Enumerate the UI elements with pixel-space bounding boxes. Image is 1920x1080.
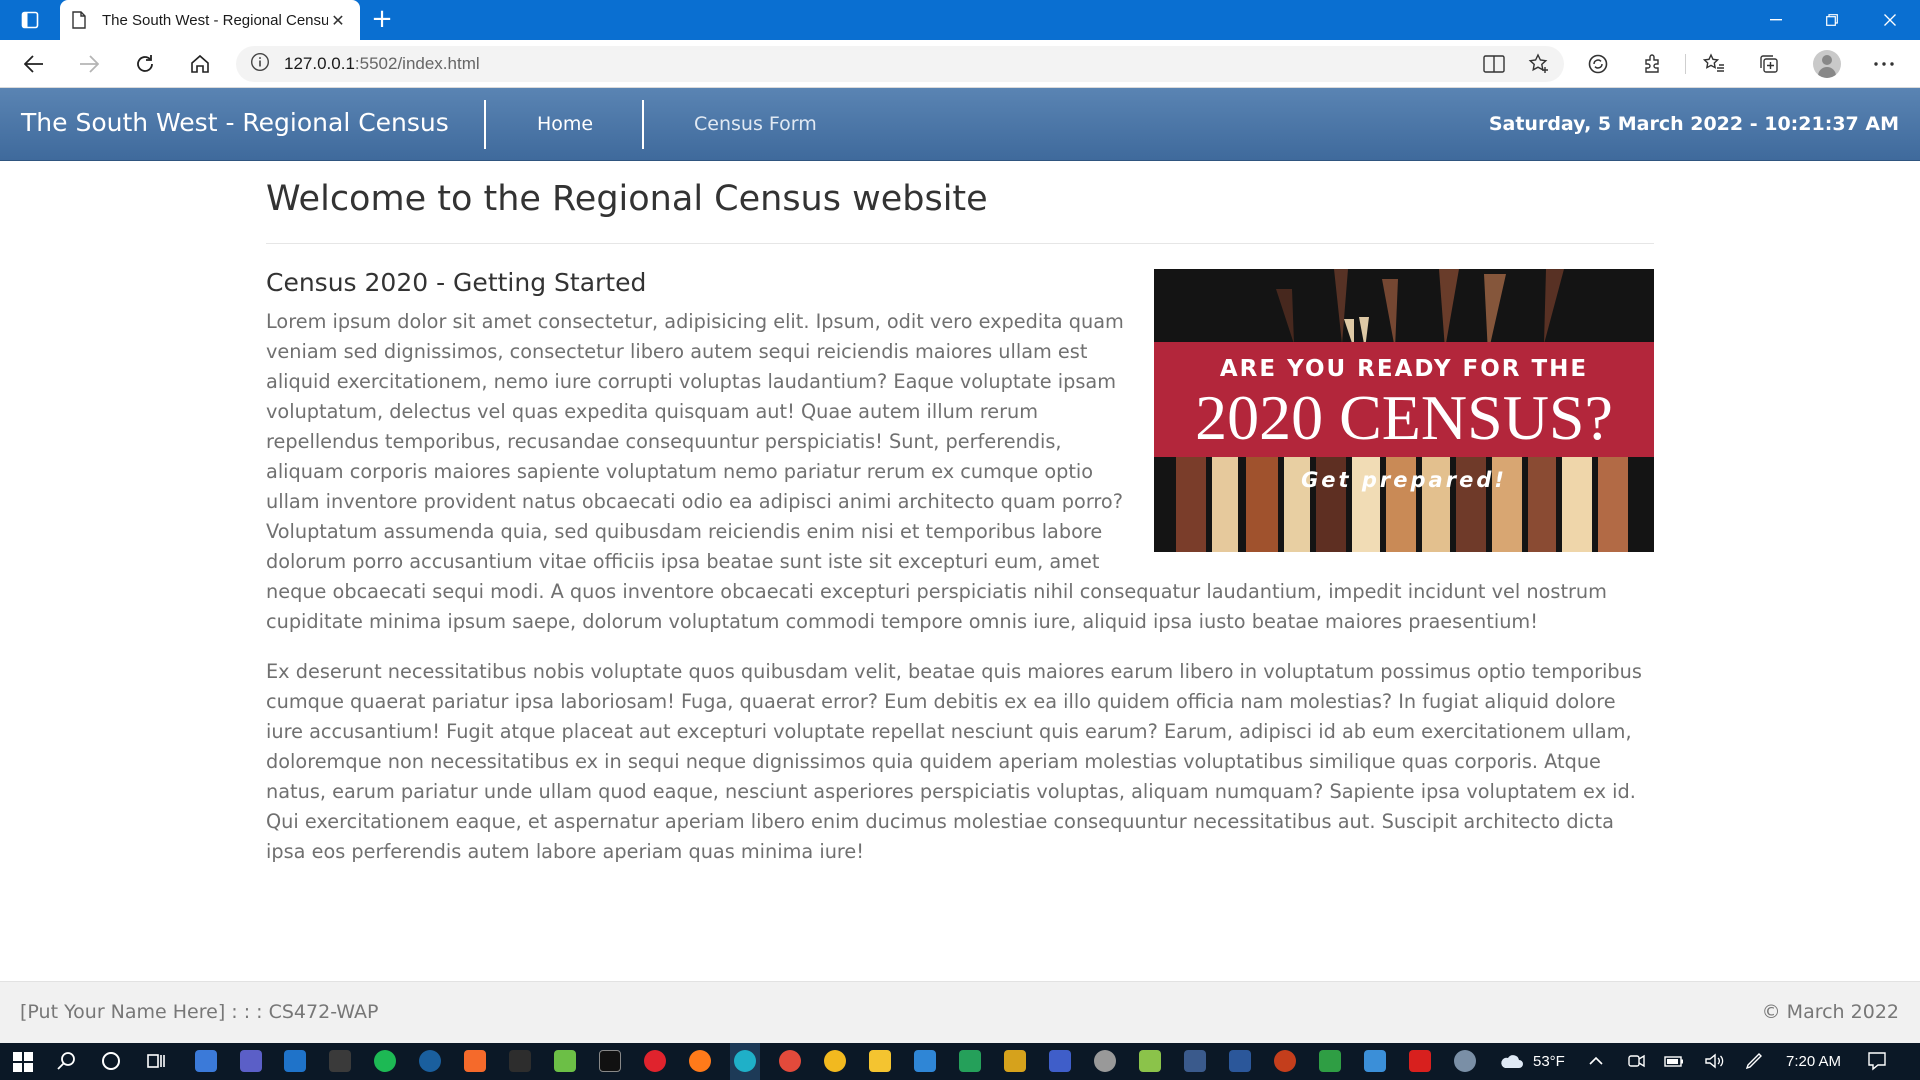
new-tab-icon[interactable]: + — [368, 6, 396, 34]
census-banner-image: ARE YOU READY FOR THE 2020 CENSUS? Get p… — [1154, 269, 1654, 552]
firefox-icon[interactable] — [689, 1050, 711, 1072]
add-favorite-icon[interactable] — [1521, 48, 1557, 80]
windows-taskbar: 53°F 7:20 AM — [0, 1043, 1920, 1080]
browser-titlebar: The South West - Regional Census ✕ + — [0, 0, 1920, 40]
windows-start-icon[interactable] — [13, 1052, 33, 1072]
refresh-icon[interactable] — [127, 48, 163, 80]
toolbar-separator — [1685, 54, 1686, 74]
opera-icon[interactable] — [644, 1050, 666, 1072]
close-tab-icon[interactable]: ✕ — [328, 10, 348, 30]
nav-home-link[interactable]: Home — [537, 113, 593, 135]
chrome-canary-icon[interactable] — [824, 1050, 846, 1072]
tab-actions-icon[interactable] — [14, 8, 46, 32]
footer-copyright: © March 2022 — [1761, 1001, 1899, 1023]
site-navbar: The South West - Regional Census Home Ce… — [0, 88, 1920, 161]
nav-census-form-link[interactable]: Census Form — [694, 113, 817, 135]
app-icon[interactable] — [1319, 1050, 1341, 1072]
meet-now-icon[interactable] — [1625, 1050, 1647, 1072]
battery-icon[interactable] — [1663, 1050, 1685, 1072]
nav-divider — [484, 100, 486, 149]
search-icon[interactable] — [56, 1050, 78, 1072]
pen-icon[interactable] — [1743, 1050, 1765, 1072]
app-icon[interactable] — [195, 1050, 217, 1072]
spotify-icon[interactable] — [374, 1050, 396, 1072]
weather-temperature[interactable]: 53°F — [1533, 1053, 1565, 1070]
git-icon[interactable] — [554, 1050, 576, 1072]
tab-title: The South West - Regional Census — [102, 11, 328, 29]
powerpoint-icon[interactable] — [1274, 1050, 1296, 1072]
file-explorer-icon[interactable] — [869, 1050, 891, 1072]
more-menu-icon[interactable] — [1866, 48, 1902, 80]
forward-icon[interactable] — [71, 48, 107, 80]
app-icon[interactable] — [1364, 1050, 1386, 1072]
nav-divider — [642, 100, 644, 149]
cmd-icon[interactable] — [599, 1050, 621, 1072]
task-view-icon[interactable] — [145, 1050, 167, 1072]
page-icon — [72, 11, 90, 29]
acrobat-icon[interactable] — [1409, 1050, 1431, 1072]
teams-icon[interactable] — [240, 1050, 262, 1072]
site-footer: [Put Your Name Here] : : : CS472-WAP © M… — [0, 981, 1920, 1043]
cortana-icon[interactable] — [100, 1050, 122, 1072]
getting-started-section: Census 2020 - Getting Started ARE YOU RE… — [266, 265, 1654, 867]
app-icon[interactable] — [1004, 1050, 1026, 1072]
extensions-icon[interactable] — [1635, 48, 1671, 80]
edge-icon[interactable] — [734, 1050, 756, 1072]
address-bar[interactable]: 127.0.0.1:5502/index.html — [236, 46, 1564, 82]
terminal-icon[interactable] — [329, 1050, 351, 1072]
outlook-icon[interactable] — [284, 1050, 306, 1072]
sync-icon[interactable] — [1580, 48, 1616, 80]
info-icon[interactable] — [250, 52, 270, 76]
home-icon[interactable] — [182, 48, 218, 80]
word-icon[interactable] — [1229, 1050, 1251, 1072]
profile-avatar[interactable] — [1813, 50, 1841, 78]
banner-line-3: Get prepared! — [1301, 468, 1507, 492]
browser-toolbar: 127.0.0.1:5502/index.html — [0, 40, 1920, 88]
url-text[interactable]: 127.0.0.1:5502/index.html — [284, 54, 480, 74]
chevron-up-icon[interactable] — [1585, 1050, 1607, 1072]
immersive-reader-icon[interactable] — [1476, 48, 1512, 80]
vscode-insiders-icon[interactable] — [959, 1050, 981, 1072]
minimize-icon[interactable] — [1748, 0, 1804, 40]
app-icon[interactable] — [419, 1050, 441, 1072]
app-icon[interactable] — [1139, 1050, 1161, 1072]
vscode-icon[interactable] — [914, 1050, 936, 1072]
banner-line-2: 2020 CENSUS? — [1195, 382, 1613, 453]
weather-icon[interactable] — [1498, 1050, 1523, 1072]
current-datetime: Saturday, 5 March 2022 - 10:21:37 AM — [1488, 113, 1899, 135]
app-icon[interactable] — [1184, 1050, 1206, 1072]
browser-tab[interactable]: The South West - Regional Census ✕ — [60, 0, 360, 40]
app-icon[interactable] — [1049, 1050, 1071, 1072]
taskbar-clock[interactable]: 7:20 AM — [1786, 1053, 1841, 1070]
app-icon[interactable] — [1454, 1050, 1476, 1072]
second-paragraph: Ex deserunt necessitatibus nobis volupta… — [266, 660, 1642, 863]
close-window-icon[interactable] — [1862, 0, 1918, 40]
footer-author: [Put Your Name Here] : : : CS472-WAP — [20, 1001, 379, 1023]
app-icon[interactable] — [464, 1050, 486, 1072]
notifications-icon[interactable] — [1866, 1050, 1888, 1072]
site-brand[interactable]: The South West - Regional Census — [21, 108, 449, 137]
restore-icon[interactable] — [1804, 0, 1860, 40]
app-icon[interactable] — [1094, 1050, 1116, 1072]
banner-line-1: ARE YOU READY FOR THE — [1220, 356, 1588, 382]
volume-icon[interactable] — [1703, 1050, 1725, 1072]
favorites-icon[interactable] — [1696, 48, 1732, 80]
title-divider — [266, 243, 1654, 244]
powershell-icon[interactable] — [509, 1050, 531, 1072]
back-icon[interactable] — [16, 48, 52, 80]
collections-icon[interactable] — [1751, 48, 1787, 80]
page-title: Welcome to the Regional Census website — [266, 179, 988, 219]
chrome-icon[interactable] — [779, 1050, 801, 1072]
